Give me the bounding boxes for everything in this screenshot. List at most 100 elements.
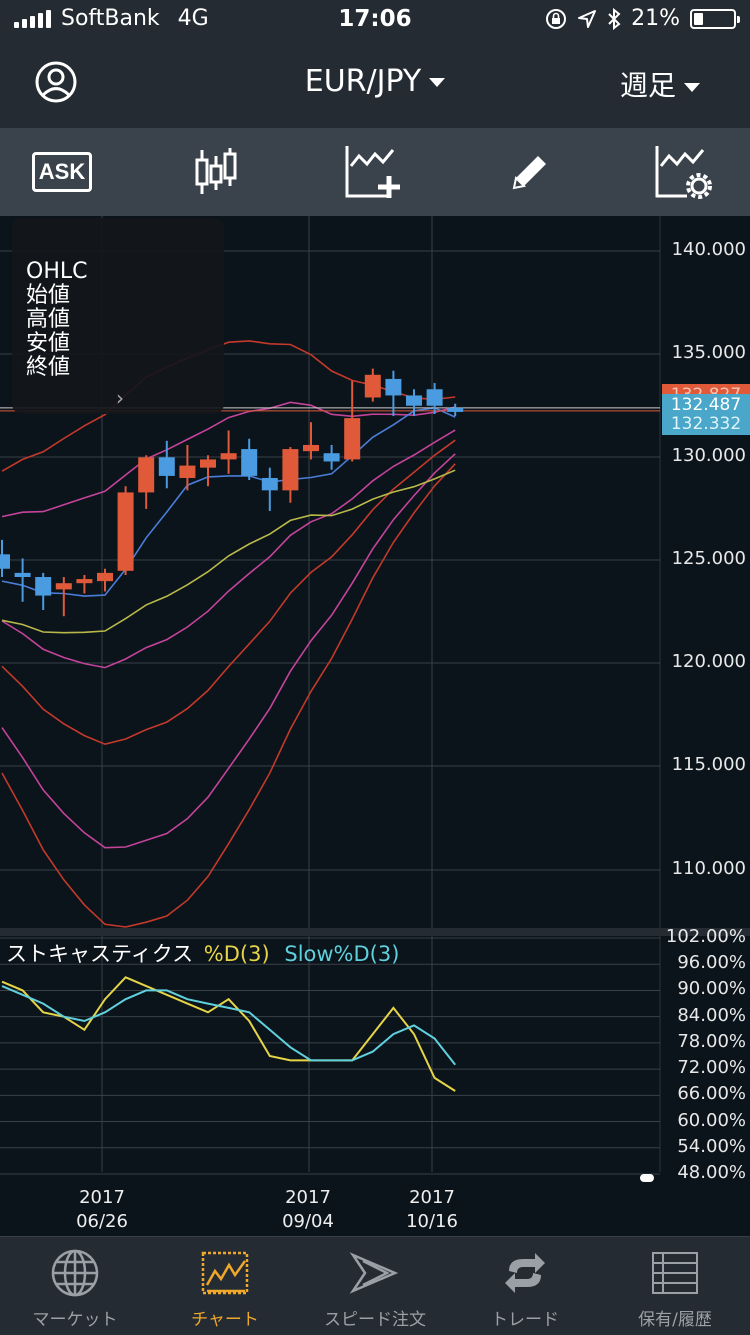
stoch-axis-label: 60.00%: [677, 1109, 746, 1131]
stoch-axis-label: 66.00%: [677, 1083, 746, 1105]
ohlc-high: 高値: [26, 307, 71, 332]
chart-settings-icon: [655, 146, 712, 199]
tab-bar: マーケット チャート スピード注文 トレード 保有/履歴: [0, 1236, 750, 1335]
candle-body: [303, 444, 319, 452]
candle-body: [55, 583, 72, 590]
tab-label: 保有/履歴: [638, 1310, 712, 1330]
tab-label: トレード: [491, 1310, 559, 1330]
ohlc-open: 始値: [26, 283, 71, 308]
tab-label: スピード注文: [324, 1310, 426, 1330]
price-axis-label: 125.000: [671, 548, 746, 569]
chevron-right-icon[interactable]: ›: [116, 386, 124, 410]
chart-toolbar: ASK: [0, 128, 750, 216]
candle-body: [241, 449, 258, 476]
candlestick-icon: [195, 148, 237, 194]
ohlc-panel[interactable]: OHLC 始値 高値 安値 終値 ›: [12, 218, 224, 414]
stoch-slow-label: Slow%D(3): [284, 942, 400, 966]
stoch-axis-label: 72.00%: [677, 1057, 746, 1079]
stoch-axis-label: 102.00%: [665, 926, 746, 947]
ask-icon: ASK: [31, 152, 93, 192]
ohlc-title: OHLC: [26, 259, 88, 284]
tab-chart[interactable]: チャート: [150, 1247, 300, 1330]
candle-body: [14, 572, 31, 578]
stoch-axis-label: 48.00%: [677, 1162, 746, 1183]
pair-label: EUR/JPY: [304, 64, 422, 99]
pencil-icon: [512, 156, 546, 190]
price-axis-label: 140.000: [671, 239, 746, 260]
price-axis-label: 130.000: [671, 445, 746, 466]
candle-body: [76, 579, 93, 584]
candle-body: [426, 389, 443, 406]
tab-history[interactable]: 保有/履歴: [600, 1247, 750, 1330]
x-label-date: 10/16: [406, 1211, 458, 1232]
candle-body: [364, 374, 381, 398]
add-indicator-button[interactable]: [342, 142, 406, 202]
stoch-axis-label: 90.00%: [677, 978, 746, 1000]
stoch-axis-label: 96.00%: [677, 952, 746, 974]
stoch-axis-label: 54.00%: [677, 1135, 746, 1157]
x-label-year: 2017: [79, 1187, 125, 1208]
history-icon: [652, 1252, 698, 1294]
ask-price-tag-2: 132.332: [662, 413, 750, 435]
location-icon: [578, 9, 597, 28]
x-label-2: 2017 09/04: [268, 1186, 348, 1234]
candle-body: [385, 378, 402, 396]
tab-trade[interactable]: トレード: [450, 1247, 600, 1330]
chevron-down-icon: [684, 82, 700, 92]
price-axis-label: 135.000: [671, 342, 746, 363]
tab-label: マーケット: [32, 1310, 118, 1330]
candle-body: [323, 453, 340, 462]
ohlc-close: 終値: [26, 355, 71, 380]
status-bar: SoftBank 4G 17:06 21%: [0, 0, 750, 40]
ohlc-low: 安値: [26, 331, 71, 356]
nav-bar: EUR/JPY 週足: [0, 40, 750, 128]
ask-button[interactable]: ASK: [30, 142, 94, 202]
rotation-lock-icon: [546, 8, 567, 29]
candle-body: [344, 418, 361, 460]
speed-order-icon: [349, 1252, 399, 1294]
tab-market[interactable]: マーケット: [0, 1247, 150, 1330]
x-label-3: 2017 10/16: [392, 1186, 472, 1234]
candle-body: [117, 492, 134, 571]
price-axis-label: 115.000: [671, 754, 746, 775]
chart-icon: [201, 1251, 249, 1295]
chart-settings-button[interactable]: [652, 142, 716, 202]
tab-label: チャート: [191, 1310, 259, 1330]
stochastic-legend: ストキャスティクス %D(3) Slow%D(3): [6, 938, 399, 968]
candle-body: [138, 457, 155, 493]
scroll-indicator[interactable]: [640, 1174, 654, 1182]
candle-body: [97, 572, 113, 582]
x-label-date: 06/26: [76, 1211, 128, 1232]
period-label: 週足: [619, 69, 676, 102]
add-indicator-icon: [345, 146, 400, 198]
battery-percent: 21%: [631, 6, 680, 31]
chart-type-button[interactable]: [184, 142, 248, 202]
candle-body: [0, 554, 10, 569]
globe-icon: [51, 1249, 99, 1297]
x-label-1: 2017 06/26: [62, 1186, 142, 1234]
price-axis-label: 110.000: [671, 858, 746, 879]
stoch-d-label: %D(3): [203, 942, 270, 966]
candle-body: [261, 477, 278, 491]
candle-body: [35, 577, 52, 596]
candle-body: [447, 407, 464, 412]
x-label-date: 09/04: [282, 1211, 334, 1232]
candle-body: [158, 457, 175, 476]
candle-body: [200, 459, 216, 468]
x-label-year: 2017: [285, 1187, 331, 1208]
chevron-down-icon: [429, 78, 446, 87]
period-selector[interactable]: 週足: [620, 64, 700, 104]
status-right: 21%: [545, 6, 740, 31]
tab-speed-order[interactable]: スピード注文: [300, 1247, 450, 1330]
draw-button[interactable]: [498, 142, 562, 202]
trade-icon: [505, 1253, 545, 1293]
stoch-axis-label: 78.00%: [677, 1030, 746, 1052]
candle-body: [406, 395, 422, 406]
stoch-axis-label: 84.00%: [677, 1004, 746, 1026]
battery-icon: [690, 8, 740, 29]
bluetooth-icon: [608, 7, 621, 30]
x-label-year: 2017: [409, 1187, 455, 1208]
candle-body: [179, 465, 196, 478]
candle-body: [282, 449, 299, 491]
stoch-name: ストキャスティクス: [6, 942, 194, 966]
